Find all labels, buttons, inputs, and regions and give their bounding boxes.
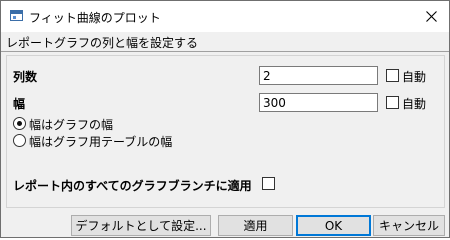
dialog-window: フィット曲線のプロット レポートグラフの列と幅を設定する 列数 自動 幅 自動 … — [0, 0, 450, 238]
apply-all-label: レポート内のすべてのグラフブランチに適用 — [13, 179, 252, 193]
app-window-icon — [10, 10, 23, 21]
apply-all-checkbox[interactable] — [262, 177, 275, 190]
settings-panel: 列数 自動 幅 自動 幅はグラフの幅 幅はグラフ用テーブルの幅 レポート内のすべ… — [6, 55, 445, 208]
radio-graph-width[interactable] — [13, 117, 26, 130]
width-input[interactable] — [259, 93, 378, 112]
apply-button[interactable]: 適用 — [218, 215, 293, 236]
width-auto-checkbox[interactable] — [386, 96, 399, 109]
columns-auto-label: 自動 — [402, 70, 427, 84]
title-bar[interactable]: フィット曲線のプロット — [1, 1, 449, 32]
radio-table-width-label[interactable]: 幅はグラフ用テーブルの幅 — [29, 133, 172, 150]
radio-graph-width-label[interactable]: 幅はグラフの幅 — [29, 116, 113, 133]
columns-label: 列数 — [13, 70, 38, 84]
window-title: フィット曲線のプロット — [29, 11, 161, 25]
header-band: レポートグラフの列と幅を設定する — [1, 32, 449, 52]
cancel-button[interactable]: キャンセル — [373, 215, 445, 236]
close-icon — [426, 11, 437, 22]
ok-button[interactable]: OK — [296, 215, 371, 236]
columns-auto-checkbox[interactable] — [386, 69, 399, 82]
close-button[interactable] — [415, 1, 449, 32]
radio-table-width[interactable] — [13, 134, 26, 147]
columns-input[interactable] — [259, 66, 378, 85]
width-label: 幅 — [13, 97, 26, 111]
width-auto-label: 自動 — [402, 97, 427, 111]
header-description: レポートグラフの列と幅を設定する — [6, 36, 199, 50]
set-default-button[interactable]: デフォルトとして設定... — [71, 215, 211, 236]
dialog-body: レポートグラフの列と幅を設定する 列数 自動 幅 自動 幅はグラフの幅 幅はグラ… — [1, 32, 449, 237]
